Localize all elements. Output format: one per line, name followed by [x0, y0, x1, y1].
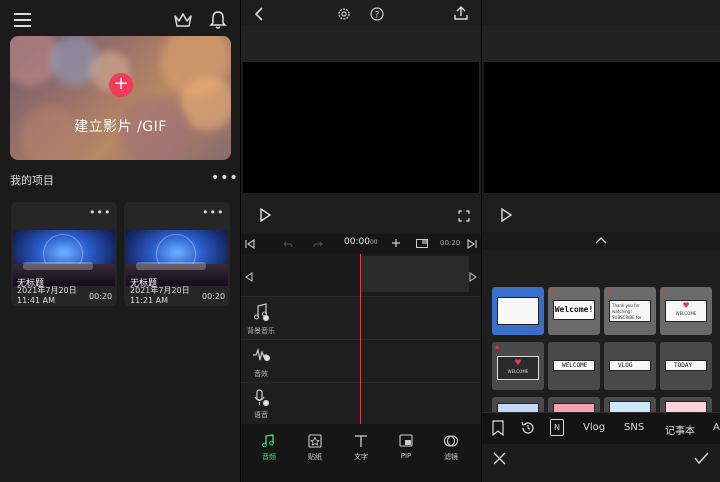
- crown-icon[interactable]: [173, 11, 193, 29]
- music-note-icon: [253, 303, 269, 321]
- lock-icon: ▪: [551, 289, 556, 296]
- skip-end-icon[interactable]: [467, 239, 477, 249]
- sticker-panel: N 新 ▪ Welcome! ▪ Thank you for watching!…: [482, 0, 720, 482]
- project-time: 11:21 AM: [130, 296, 168, 305]
- sticker-item[interactable]: ▪ ♥ WELCOME: [492, 342, 544, 390]
- sticker-item[interactable]: WELCOME: [548, 342, 600, 390]
- create-project-card[interactable]: + 建立影片 /GIF: [10, 36, 231, 160]
- ratio-icon[interactable]: [416, 239, 428, 248]
- tool-label: PIP: [400, 452, 412, 460]
- sticker-item[interactable]: [492, 287, 544, 335]
- lock-icon: ▪: [495, 344, 500, 351]
- recent-icon[interactable]: [520, 420, 536, 436]
- chevron-up-icon[interactable]: [595, 236, 607, 244]
- projects-title: 我的项目: [10, 174, 54, 187]
- project-date: 2021年7月20日: [17, 286, 77, 295]
- text-icon: [355, 435, 367, 447]
- project-date: 2021年7月20日: [130, 286, 190, 295]
- trim-left-icon[interactable]: [245, 272, 253, 282]
- current-time: 00:00: [344, 237, 370, 247]
- track-label: 背景音乐: [247, 327, 275, 335]
- bookmark-icon[interactable]: [492, 420, 504, 436]
- current-frame: 00: [369, 239, 378, 246]
- project-card[interactable]: ••• 无标题 2021年7月20日 11:41 AM 00:20: [11, 202, 117, 306]
- lock-icon: ▪: [607, 289, 612, 296]
- export-icon[interactable]: [453, 5, 469, 21]
- track-bgm[interactable]: 背景音乐: [241, 296, 481, 339]
- track-voice[interactable]: 语音: [241, 382, 481, 424]
- heart-icon: ♥: [514, 358, 522, 367]
- create-label: 建立影片 /GIF: [74, 119, 167, 135]
- settings-icon[interactable]: [337, 7, 351, 21]
- filter-icon: [443, 435, 459, 447]
- tool-label: 音频: [262, 453, 276, 461]
- sticker-item[interactable]: ▪ Welcome!: [548, 287, 600, 335]
- tool-text[interactable]: 文字: [341, 434, 381, 462]
- playhead[interactable]: [360, 254, 361, 424]
- end-time: 00:20: [440, 239, 461, 247]
- add-icon[interactable]: [391, 238, 401, 248]
- tool-label: 贴纸: [308, 453, 322, 461]
- home-panel: + 建立影片 /GIF 我的项目 ••• ••• 无标题 2021年7月20日 …: [0, 0, 240, 482]
- music-icon: [262, 434, 274, 448]
- trim-right-icon[interactable]: [469, 272, 477, 282]
- lock-icon: ▪: [663, 289, 668, 296]
- sticker-grid: ▪ Welcome! ▪ Thank you for watching! SUB…: [484, 250, 720, 445]
- close-icon[interactable]: [493, 452, 506, 465]
- track-sfx[interactable]: 音效: [241, 339, 481, 382]
- tool-pip[interactable]: PIP: [386, 434, 426, 460]
- play-icon[interactable]: [500, 208, 512, 222]
- check-icon[interactable]: [694, 452, 709, 465]
- sticker-item[interactable]: TODAY: [660, 342, 712, 390]
- track-label: 语音: [254, 411, 268, 419]
- skip-start-icon[interactable]: [245, 239, 255, 249]
- sticker-icon: [308, 434, 322, 448]
- waveform-icon: [252, 348, 270, 362]
- card-more-icon[interactable]: •••: [89, 206, 111, 219]
- project-duration: 00:20: [202, 292, 226, 301]
- tool-sticker[interactable]: 贴纸: [295, 434, 335, 462]
- svg-text:?: ?: [375, 11, 380, 21]
- sticker-item[interactable]: VLOG: [604, 342, 656, 390]
- menu-icon[interactable]: [14, 12, 31, 28]
- new-tab-icon[interactable]: N: [550, 419, 564, 436]
- tool-label: 滤镜: [444, 453, 458, 461]
- timeline-controls: 00:0000 00:20: [241, 234, 481, 254]
- play-icon[interactable]: [259, 208, 271, 222]
- back-icon[interactable]: [253, 6, 265, 22]
- help-icon[interactable]: ?: [370, 7, 384, 21]
- tool-audio[interactable]: 音频: [249, 434, 289, 462]
- video-preview[interactable]: [484, 62, 720, 193]
- redo-icon[interactable]: [313, 239, 323, 249]
- project-duration: 00:20: [89, 292, 113, 301]
- project-time: 11:41 AM: [17, 296, 55, 305]
- tool-filter[interactable]: 滤镜: [431, 434, 471, 462]
- tab-notebook[interactable]: 记事本: [665, 422, 695, 437]
- pip-icon: [399, 434, 413, 447]
- sticker-item[interactable]: ▪ ♥ WELCOME: [660, 287, 712, 335]
- fullscreen-icon[interactable]: [458, 210, 470, 222]
- sticker-item[interactable]: ▪ Thank you for watching! SUBSCRIBE for …: [604, 287, 656, 335]
- tab-vlog[interactable]: Vlog: [583, 422, 605, 433]
- editor-panel: ? 00:0000 00:20 背景音乐 音效 语音 音频 贴纸 文字 PIP …: [241, 0, 481, 482]
- tool-label: 文字: [354, 453, 368, 461]
- project-card[interactable]: ••• 无标题 2021年7月20日 11:21 AM 00:20: [124, 202, 230, 306]
- create-plus-button[interactable]: +: [109, 73, 133, 97]
- video-preview[interactable]: [243, 62, 479, 193]
- video-track[interactable]: [241, 254, 481, 296]
- bell-icon[interactable]: [209, 10, 227, 30]
- projects-more-icon[interactable]: •••: [211, 170, 239, 186]
- undo-icon[interactable]: [283, 239, 293, 249]
- tab-more[interactable]: A: [713, 422, 720, 433]
- heart-icon: ♥: [682, 301, 690, 310]
- tab-sns[interactable]: SNS: [624, 422, 644, 433]
- card-more-icon[interactable]: •••: [202, 206, 224, 219]
- track-label: 音效: [254, 370, 268, 378]
- microphone-icon: [254, 389, 270, 407]
